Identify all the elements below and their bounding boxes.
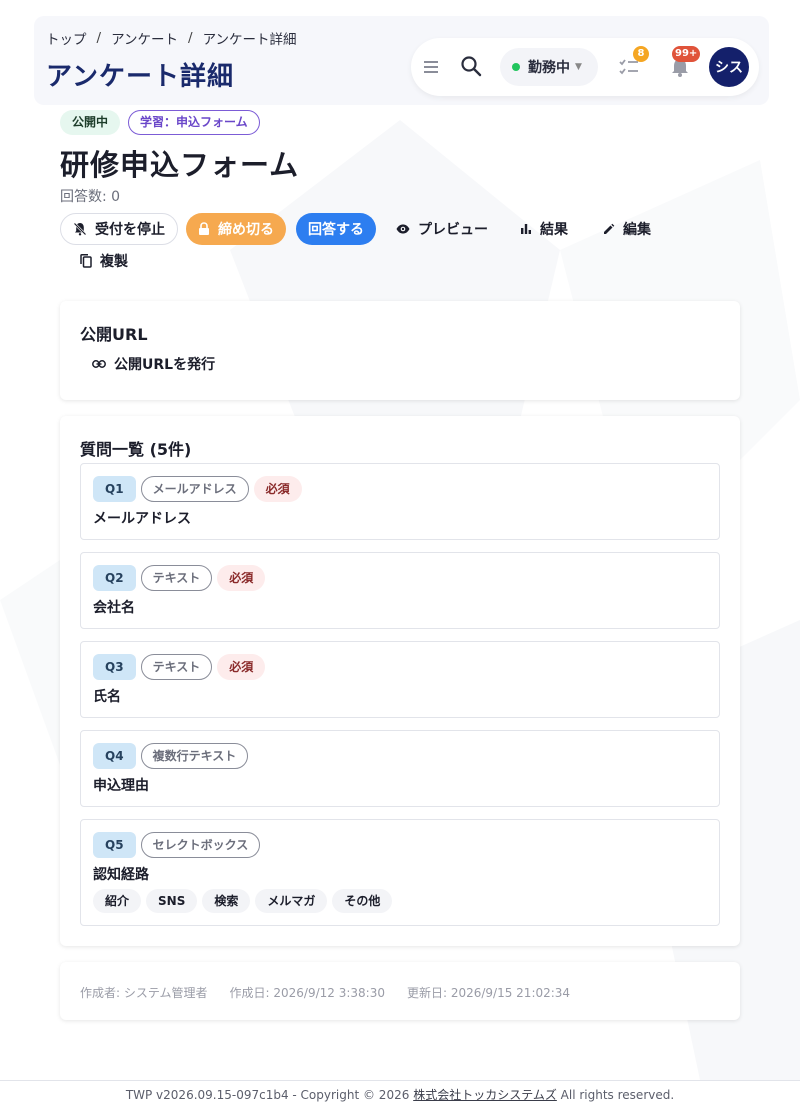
notifications-badge: 99+ [672,46,701,62]
created-date: 作成日: 2026/9/12 3:38:30 [229,986,385,1000]
issue-public-url-label: 公開URLを発行 [114,357,216,373]
question-label: 申込理由 [93,778,149,794]
breadcrumb-top[interactable]: トップ [46,28,87,48]
preview-button[interactable]: プレビュー [386,213,498,245]
duplicate-label: 複製 [100,254,128,270]
question-list-title: 質問一覧 (5件) [80,440,192,459]
question-type-badge: メールアドレス [140,476,249,502]
question-number: Q5 [93,832,136,858]
answer-count: 回答数: 0 [60,189,121,205]
close-survey-button[interactable]: 締め切る [186,213,286,245]
chevron-down-icon: ▼ [575,62,582,72]
question-item[interactable]: Q1 メールアドレス 必須 メールアドレス [80,463,720,540]
question-list-card: 質問一覧 (5件) Q1 メールアドレス 必須 メールアドレス Q2 テキスト … [60,416,740,946]
metadata-card: 作成者: システム管理者 作成日: 2026/9/12 3:38:30 更新日:… [60,962,740,1020]
bar-chart-icon [521,224,531,234]
question-number: Q3 [93,654,136,680]
breadcrumb: トップ / アンケート / アンケート詳細 [46,28,297,48]
edit-label: 編集 [623,222,651,238]
search-icon[interactable] [459,54,483,78]
pencil-icon [604,223,615,234]
question-type-badge: テキスト [140,565,213,591]
option-chip: 検索 [202,889,251,913]
status-badge: 公開中 [60,110,121,135]
link-icon [92,360,106,368]
lock-icon [199,222,209,235]
option-chip: その他 [332,889,393,913]
duplicate-button[interactable]: 複製 [70,245,138,277]
question-label: 氏名 [93,689,121,705]
question-item[interactable]: Q4 複数行テキスト 申込理由 [80,730,720,807]
close-survey-label: 締め切る [218,222,274,238]
bell-off-icon [73,222,87,236]
top-toolbar: 勤務中 ▼ 8 99+ シス [411,38,759,96]
stop-accepting-label: 受付を停止 [95,222,165,238]
question-item[interactable]: Q3 テキスト 必須 氏名 [80,641,720,718]
public-url-card: 公開URL 公開URLを発行 [60,301,740,400]
question-type-badge: セレクトボックス [140,832,261,858]
question-options: 紹介 SNS 検索 メルマガ その他 [93,889,393,913]
eye-icon [396,224,410,234]
category-badge: 学習：申込フォーム [128,110,260,135]
breadcrumb-current: アンケート詳細 [202,32,297,48]
footer-rights: All rights reserved. [560,1088,675,1102]
avatar[interactable]: シス [709,47,749,87]
required-badge: 必須 [217,654,266,680]
breadcrumb-separator: / [188,30,193,46]
edit-button[interactable]: 編集 [593,213,661,245]
question-item[interactable]: Q5 セレクトボックス 認知経路 紹介 SNS 検索 メルマガ その他 [80,819,720,926]
question-type-badge: 複数行テキスト [140,743,249,769]
page-title: アンケート詳細 [46,62,234,92]
question-number: Q2 [93,565,136,591]
footer-company-link[interactable]: 株式会社トッカシステムズ [413,1088,557,1102]
required-badge: 必須 [253,476,302,502]
question-label: 会社名 [93,600,135,616]
question-number: Q4 [93,743,136,769]
option-chip: 紹介 [93,889,142,913]
results-button[interactable]: 結果 [510,213,578,245]
option-chip: SNS [146,889,198,913]
tasks-badge: 8 [633,46,649,62]
footer-version: TWP v2026.09.15-097c1b4 - Copyright © 20… [125,1088,410,1102]
work-status-label: 勤務中 [528,60,570,76]
copy-icon [80,254,92,268]
question-type-badge: テキスト [140,654,213,680]
required-badge: 必須 [217,565,266,591]
work-status-select[interactable]: 勤務中 ▼ [500,48,598,86]
page-header: トップ / アンケート / アンケート詳細 アンケート詳細 勤務中 ▼ 8 99… [34,16,769,105]
survey-title: 研修申込フォーム [60,148,300,182]
question-number: Q1 [93,476,136,502]
answer-button[interactable]: 回答する [296,213,376,245]
option-chip: メルマガ [255,889,328,913]
survey-chips: 公開中 学習：申込フォーム [60,110,260,135]
question-label: メールアドレス [93,511,191,527]
updated-date: 更新日: 2026/9/15 21:02:34 [406,986,571,1000]
page-footer: TWP v2026.09.15-097c1b4 - Copyright © 20… [0,1080,800,1109]
question-item[interactable]: Q2 テキスト 必須 会社名 [80,552,720,629]
status-dot [512,63,520,71]
public-url-title: 公開URL [80,325,148,344]
stop-accepting-button[interactable]: 受付を停止 [60,213,178,245]
author-text: 作成者: システム管理者 [80,986,208,1000]
issue-public-url-button[interactable]: 公開URLを発行 [80,349,227,379]
results-label: 結果 [540,222,568,238]
preview-label: プレビュー [418,222,488,238]
breadcrumb-separator: / [96,30,102,46]
menu-icon[interactable] [421,57,441,77]
breadcrumb-survey[interactable]: アンケート [111,28,178,48]
question-label: 認知経路 [93,867,149,883]
